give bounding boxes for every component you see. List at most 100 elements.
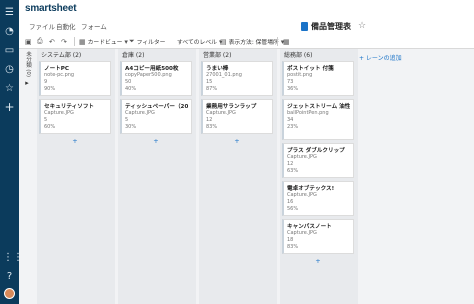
card[interactable]: プラス ダブルクリップ Capture.JPG 12 63% xyxy=(282,143,354,178)
lane-title[interactable]: 営業部 (2) xyxy=(201,51,275,61)
card-title: A4コピー用紙500枚 xyxy=(125,66,179,72)
collapsed-lane-unassigned[interactable]: 未分類 (0) xyxy=(21,49,35,79)
card-field: 56% xyxy=(287,206,299,212)
card-title: ジェットストリーム 油性ボールペン xyxy=(287,104,350,110)
card[interactable]: ティッシュペーパー（200組…Capture.JPG530% xyxy=(120,99,192,134)
card-field: 87% xyxy=(206,86,218,92)
card-field: 83% xyxy=(287,244,299,250)
card[interactable]: ノートPC note-pc.png 9 90% xyxy=(39,61,111,96)
add-card-button[interactable]: + xyxy=(120,137,192,146)
card-field: 63% xyxy=(287,168,299,174)
card-field: 34 xyxy=(287,117,294,123)
card-field: 50 xyxy=(125,79,132,85)
grid-icon: ▤ xyxy=(220,37,227,46)
card-field: postit.png xyxy=(287,72,313,78)
lane: 倉庫 (2) A4コピー用紙500枚 copyPaper500.png 50 40% ティ… xyxy=(120,51,194,146)
chevron-down-icon: ▾ xyxy=(124,37,128,46)
menu-icon[interactable]: ☰ xyxy=(3,6,16,19)
card-title: ティッシュペーパー（200組… xyxy=(125,104,188,110)
card-field: Capture.JPG xyxy=(287,154,317,160)
card-field: Capture.JPG xyxy=(206,110,236,116)
card[interactable]: A4コピー用紙500枚 copyPaper500.png 50 40% xyxy=(120,61,192,96)
display-method-dropdown[interactable]: ▤ 表示方法: 保管場所 ▾ xyxy=(220,36,284,47)
lane: システム部 (2) ノートPC note-pc.png 9 90% セキュリティソフト Ca… xyxy=(39,51,113,146)
display-method-label: 表示方法: 保管場所 xyxy=(228,40,279,46)
card[interactable]: ジェットストリーム 油性ボールペンballPointPen.png3423% xyxy=(282,99,354,140)
card-field: 90% xyxy=(44,86,56,92)
card-field: 73 xyxy=(287,79,294,85)
view-switcher-label: カードビュー xyxy=(87,40,123,46)
card-field: 5 xyxy=(44,117,48,123)
card[interactable]: 業務用サランラップ Capture.JPG 12 83% xyxy=(201,99,273,134)
sheet-title[interactable]: 備品管理表 xyxy=(311,21,351,32)
card-field: ballPointPen.png xyxy=(287,110,329,116)
redo-icon[interactable]: ↷ xyxy=(61,36,67,47)
notifications-icon[interactable]: ◔ xyxy=(3,25,16,38)
menu-automation[interactable]: 自動化 xyxy=(56,21,76,31)
card[interactable]: 電卓オブテックス! Capture.JPG 16 56% xyxy=(282,181,354,216)
menu-file[interactable]: ファイル xyxy=(29,21,55,31)
expand-lane-icon[interactable]: ▸ xyxy=(21,79,33,89)
card-field: 60% xyxy=(44,124,56,130)
left-nav-rail: ☰ ◔ ▭ ◷ ☆ + ⋮⋮ ? xyxy=(0,0,23,304)
add-card-button[interactable]: + xyxy=(201,137,273,146)
card-title: ノートPC xyxy=(44,66,69,72)
card-field: 27001_01.png xyxy=(206,72,242,78)
user-avatar[interactable] xyxy=(4,288,15,299)
filter-label: フィルター xyxy=(136,40,166,46)
save-icon[interactable]: ▣ xyxy=(25,36,32,47)
levels-dropdown[interactable]: すべてのレベル ▾ xyxy=(177,36,222,47)
card-title: 業務用サランラップ xyxy=(206,104,257,110)
card-field: note-pc.png xyxy=(44,72,75,78)
card[interactable]: ポストイット 付箋 postit.png 73 36% xyxy=(282,61,354,96)
card[interactable]: セキュリティソフト Capture.JPG 5 60% xyxy=(39,99,111,134)
card-view-icon: ▦ xyxy=(79,37,86,46)
filter-button[interactable]: ⏷ フィルター xyxy=(129,36,165,47)
add-card-button[interactable]: + xyxy=(39,137,111,146)
card-title: プラス ダブルクリップ xyxy=(287,148,345,154)
favorites-star-icon[interactable]: ☆ xyxy=(3,82,16,95)
apps-grid-icon[interactable]: ⋮⋮ xyxy=(3,251,23,264)
add-lane-button[interactable]: + レーンの追加 xyxy=(359,53,402,62)
toolbar-divider xyxy=(277,37,278,46)
card[interactable]: キャンパスノート Capture.JPG 18 83% xyxy=(282,219,354,254)
card-field: 40% xyxy=(125,86,137,92)
create-plus-icon[interactable]: + xyxy=(3,101,16,114)
card-field: 16 xyxy=(287,199,294,205)
card-field: 30% xyxy=(125,124,137,130)
browse-folder-icon[interactable]: ▭ xyxy=(3,44,16,57)
sheet-title-area: 備品管理表 ☆ xyxy=(301,19,366,33)
lane-title[interactable]: 総務部 (6) xyxy=(282,51,356,61)
print-icon[interactable]: ⎙ xyxy=(37,36,43,47)
lane-title[interactable]: システム部 (2) xyxy=(39,51,113,61)
menu-bar: ファイル 自動化 フォーム 備品管理表 ☆ xyxy=(19,18,474,34)
favorite-star-icon[interactable]: ☆ xyxy=(358,21,366,31)
card-field: 18 xyxy=(287,237,294,243)
undo-icon[interactable]: ↶ xyxy=(49,36,55,47)
toolbar: ▣ ⎙ ↶ ↷ ▦ カードビュー ▾ ⏷ フィルター すべてのレベル ▾ ▤ 表… xyxy=(19,34,474,49)
card-field: 15 xyxy=(206,79,213,85)
filter-icon: ⏷ xyxy=(129,37,135,45)
card-title: ポストイット 付箋 xyxy=(287,66,334,72)
recents-clock-icon[interactable]: ◷ xyxy=(3,63,16,76)
add-card-button[interactable]: + xyxy=(282,257,354,266)
sheet-icon xyxy=(301,21,308,31)
help-icon[interactable]: ? xyxy=(3,270,16,283)
card-title: セキュリティソフト xyxy=(44,104,95,110)
card-field: Capture.JPG xyxy=(125,110,155,116)
smartsheet-logo[interactable]: smartsheet xyxy=(25,3,77,14)
card-title: 電卓オブテックス! xyxy=(287,186,335,192)
view-switcher[interactable]: ▦ カードビュー ▾ xyxy=(79,36,128,47)
card[interactable]: うまい棒 27001_01.png 15 87% xyxy=(201,61,273,96)
card-field: 23% xyxy=(287,124,299,130)
lane-title[interactable]: 倉庫 (2) xyxy=(120,51,194,61)
card-field: 36% xyxy=(287,86,299,92)
card-field: Capture.JPG xyxy=(287,192,317,198)
collapsed-lane-label: 未分類 (0) xyxy=(25,51,31,78)
card-field: 12 xyxy=(287,161,294,167)
card-field: 83% xyxy=(206,124,218,130)
menu-forms[interactable]: フォーム xyxy=(81,21,107,31)
card-settings-icon[interactable]: ▦ xyxy=(283,36,290,47)
card-field: Capture.JPG xyxy=(44,110,74,116)
toolbar-divider xyxy=(74,37,75,46)
